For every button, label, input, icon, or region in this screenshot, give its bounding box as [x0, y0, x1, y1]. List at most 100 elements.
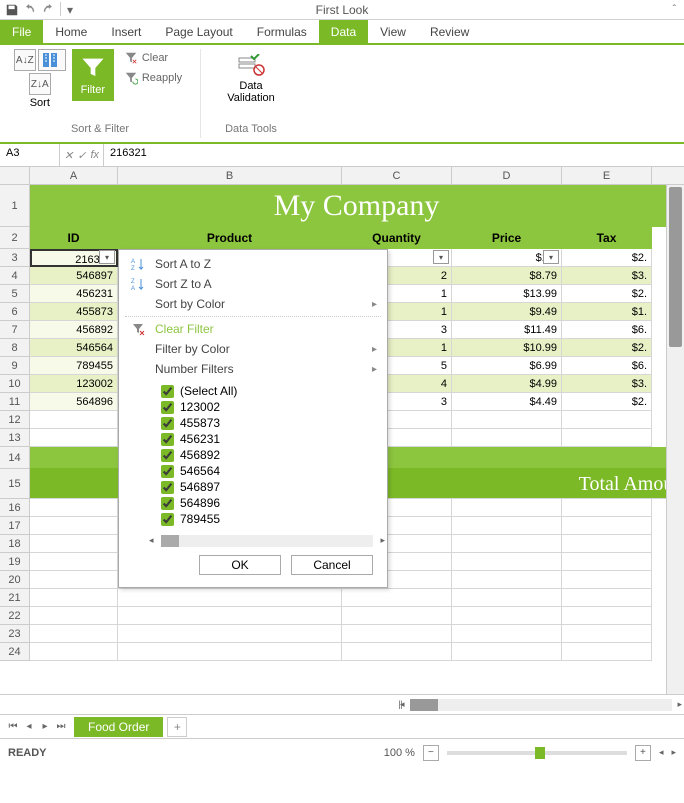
row-header-13[interactable]: 13 — [0, 429, 30, 447]
sort-by-color-item[interactable]: Sort by Color — [119, 294, 387, 314]
cell-tax[interactable]: $6. — [562, 357, 652, 375]
cell[interactable] — [30, 411, 118, 429]
filter-check-item[interactable]: 456892 — [161, 447, 387, 463]
cell[interactable] — [118, 589, 342, 607]
sheet-tab-food-order[interactable]: Food Order — [74, 717, 163, 737]
filter-check-select-all[interactable]: (Select All) — [161, 383, 387, 399]
collapse-ribbon-icon[interactable]: ˆ — [673, 4, 676, 15]
sheet-nav-last-icon[interactable]: ⏭ — [54, 721, 68, 732]
cell[interactable] — [30, 607, 118, 625]
data-validation-button[interactable]: Data Validation — [220, 49, 282, 109]
row-header-8[interactable]: 8 — [0, 339, 30, 357]
cell[interactable] — [452, 571, 562, 589]
cell[interactable] — [562, 643, 652, 661]
tab-view[interactable]: View — [368, 20, 418, 43]
cell-tax[interactable]: $3. — [562, 267, 652, 285]
row-header-16[interactable]: 16 — [0, 499, 30, 517]
cell[interactable] — [30, 553, 118, 571]
col-header-c[interactable]: C — [342, 167, 452, 184]
cell[interactable] — [30, 643, 118, 661]
cell[interactable] — [452, 499, 562, 517]
row-header-5[interactable]: 5 — [0, 285, 30, 303]
sheet-nav-prev-icon[interactable]: ◂ — [22, 721, 36, 732]
cell[interactable] — [452, 517, 562, 535]
cell[interactable] — [30, 625, 118, 643]
cell[interactable] — [452, 625, 562, 643]
reapply-filter-button[interactable]: Reapply — [120, 69, 186, 87]
filter-handle-quantity[interactable]: ▾ — [433, 250, 449, 264]
filter-handle-id[interactable]: ▾ — [99, 250, 115, 264]
undo-icon[interactable] — [22, 2, 38, 18]
cell-tax[interactable]: $2. — [562, 339, 652, 357]
tab-page-layout[interactable]: Page Layout — [153, 20, 244, 43]
cell-id[interactable]: 456231 — [30, 285, 118, 303]
cell-price[interactable]: $9.49 — [452, 303, 562, 321]
cell-price[interactable]: $10.99 — [452, 339, 562, 357]
filter-handle-price[interactable]: ▾ — [543, 250, 559, 264]
tab-formulas[interactable]: Formulas — [245, 20, 319, 43]
redo-icon[interactable] — [40, 2, 56, 18]
cell[interactable] — [452, 411, 562, 429]
tab-home[interactable]: Home — [43, 20, 99, 43]
filter-check-item[interactable]: 456231 — [161, 431, 387, 447]
tab-data[interactable]: Data — [319, 20, 368, 43]
cell-id[interactable]: 564896 — [30, 393, 118, 411]
fx-icon[interactable]: fx — [90, 149, 99, 161]
cell[interactable] — [30, 499, 118, 517]
name-box[interactable]: A3 — [0, 144, 60, 166]
sort-az-item[interactable]: AZ Sort A to Z — [119, 254, 387, 274]
cell[interactable] — [30, 429, 118, 447]
cell-tax[interactable]: $2. — [562, 393, 652, 411]
col-header-b[interactable]: B — [118, 167, 342, 184]
filter-check-item[interactable]: 564896 — [161, 495, 387, 511]
row-header-20[interactable]: 20 — [0, 571, 30, 589]
cell-id[interactable]: 455873 — [30, 303, 118, 321]
cell[interactable] — [30, 589, 118, 607]
cell[interactable] — [118, 643, 342, 661]
cell[interactable] — [562, 517, 652, 535]
row-header-9[interactable]: 9 — [0, 357, 30, 375]
row-header-6[interactable]: 6 — [0, 303, 30, 321]
filter-check-item[interactable]: 546564 — [161, 463, 387, 479]
row-header-7[interactable]: 7 — [0, 321, 30, 339]
cell[interactable] — [342, 625, 452, 643]
cell[interactable] — [452, 589, 562, 607]
filter-check-item[interactable]: 546897 — [161, 479, 387, 495]
qat-dropdown-icon[interactable]: ▾ — [65, 2, 75, 18]
row-header-4[interactable]: 4 — [0, 267, 30, 285]
cell-tax[interactable]: $6. — [562, 321, 652, 339]
cell[interactable] — [30, 571, 118, 589]
row-header-12[interactable]: 12 — [0, 411, 30, 429]
row-header-2[interactable]: 2 — [0, 227, 30, 249]
cell[interactable] — [452, 429, 562, 447]
cell-price[interactable]: $4.99 — [452, 375, 562, 393]
sort-desc-icon[interactable]: Z↓A — [29, 73, 51, 95]
cell[interactable] — [562, 607, 652, 625]
cell[interactable] — [562, 429, 652, 447]
cell[interactable] — [452, 553, 562, 571]
cell-price[interactable]: $13.99 — [452, 285, 562, 303]
formula-input[interactable]: 216321 — [104, 144, 684, 166]
cell[interactable] — [562, 625, 652, 643]
cell-id[interactable]: 546564 — [30, 339, 118, 357]
cell[interactable] — [342, 607, 452, 625]
save-icon[interactable] — [4, 2, 20, 18]
filter-cancel-button[interactable]: Cancel — [291, 555, 373, 575]
row-header-3[interactable]: 3 — [0, 249, 30, 267]
cell[interactable] — [562, 571, 652, 589]
row-header-19[interactable]: 19 — [0, 553, 30, 571]
horizontal-scrollbar[interactable] — [410, 699, 672, 711]
tab-file[interactable]: File — [0, 20, 43, 43]
cell-price[interactable]: $4.49 — [452, 393, 562, 411]
number-filters-item[interactable]: Number Filters — [119, 359, 387, 379]
cell[interactable] — [342, 589, 452, 607]
cell[interactable] — [562, 535, 652, 553]
sort-asc-icon[interactable]: A↓Z — [14, 49, 36, 71]
filter-ok-button[interactable]: OK — [199, 555, 281, 575]
cell-id[interactable]: 456892 — [30, 321, 118, 339]
row-header-1[interactable]: 1 — [0, 185, 30, 227]
select-all-corner[interactable] — [0, 167, 30, 184]
cancel-formula-icon[interactable]: ✕ — [64, 149, 73, 162]
cell-tax[interactable]: $2. — [562, 249, 652, 267]
tab-review[interactable]: Review — [418, 20, 481, 43]
